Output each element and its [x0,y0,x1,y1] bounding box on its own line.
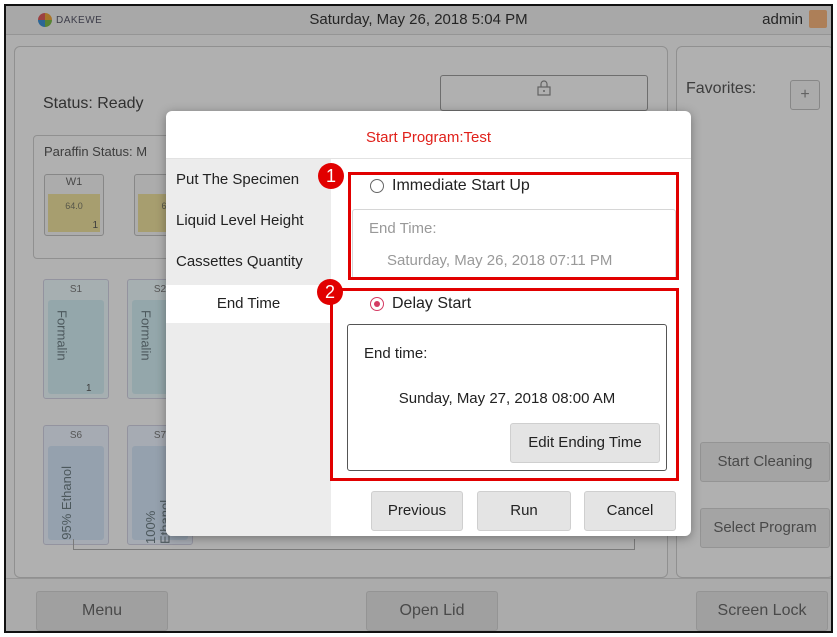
annotation-box-1 [348,172,679,280]
nav-item-cassettes-quantity[interactable]: Cassettes Quantity [166,243,331,281]
cancel-button[interactable]: Cancel [584,491,676,531]
nav-item-put-specimen[interactable]: Put The Specimen [166,161,331,199]
previous-button[interactable]: Previous [371,491,463,531]
nav-item-liquid-level[interactable]: Liquid Level Height [166,202,331,240]
annotation-marker-1: 1 [318,163,344,189]
dialog-nav: Put The Specimen Liquid Level Height Cas… [166,159,331,536]
annotation-marker-2: 2 [317,279,343,305]
annotation-box-2 [330,288,679,481]
run-button[interactable]: Run [477,491,571,531]
nav-item-end-time[interactable]: End Time [166,285,331,323]
dialog-title: Start Program:Test [365,129,492,146]
